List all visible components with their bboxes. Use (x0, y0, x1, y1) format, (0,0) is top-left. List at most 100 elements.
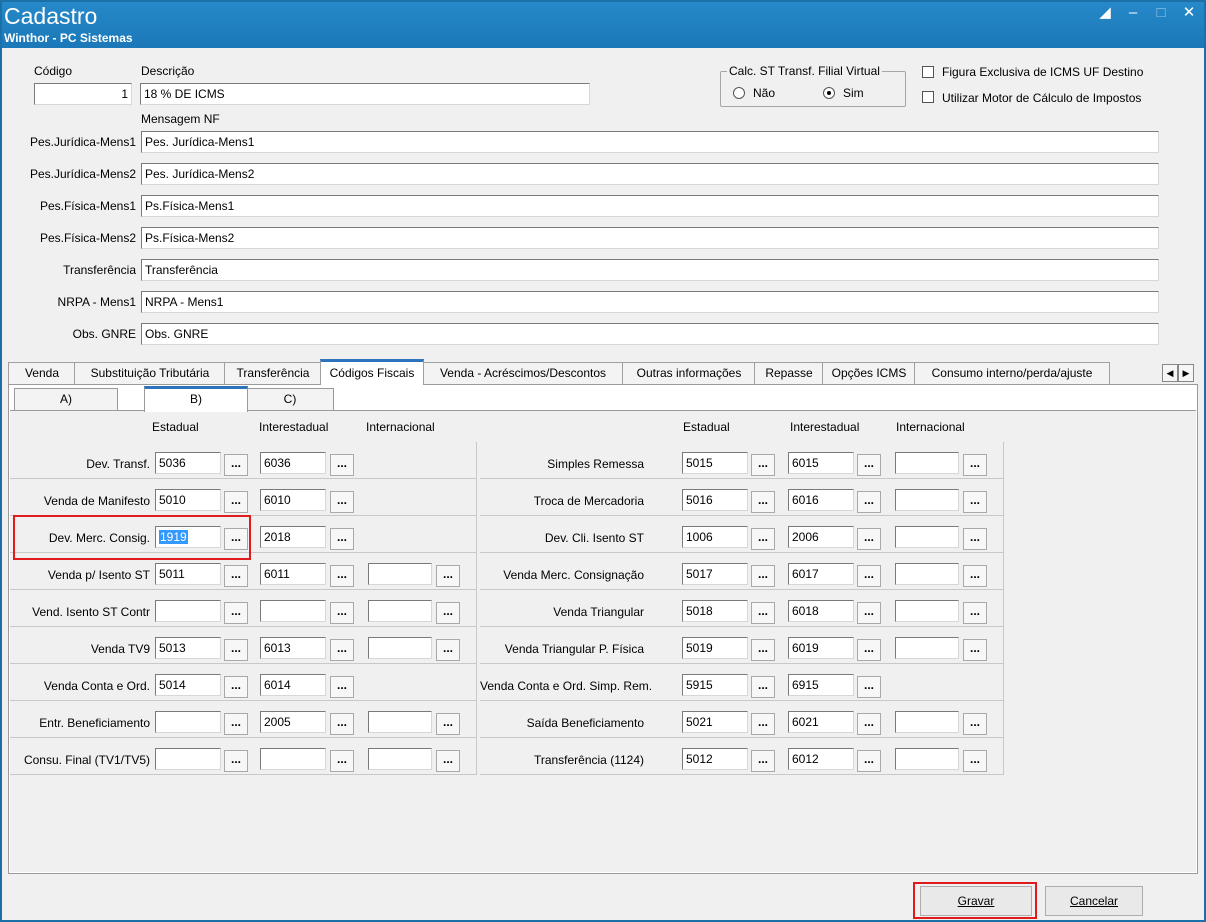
estadual-input[interactable]: 5013 (155, 637, 221, 659)
estadual-input[interactable] (155, 748, 221, 770)
interestadual-input[interactable]: 6018 (788, 600, 854, 622)
estadual-input[interactable]: 5017 (682, 563, 748, 585)
internacional-input[interactable] (368, 600, 432, 622)
tab-consumo-interno-perda-ajuste[interactable]: Consumo interno/perda/ajuste (914, 362, 1110, 384)
tab-repasse[interactable]: Repasse (754, 362, 824, 384)
lookup-button[interactable]: ... (857, 639, 881, 661)
interestadual-input[interactable]: 6016 (788, 489, 854, 511)
lookup-button[interactable]: ... (857, 750, 881, 772)
internacional-input[interactable] (368, 637, 432, 659)
subtab-c[interactable]: C) (246, 388, 334, 410)
lookup-button[interactable]: ... (963, 750, 987, 772)
interestadual-input[interactable]: 6017 (788, 563, 854, 585)
message-input[interactable]: Pes. Jurídica-Mens1 (141, 131, 1159, 153)
lookup-button[interactable]: ... (436, 750, 460, 772)
internacional-input[interactable] (895, 637, 959, 659)
estadual-input[interactable] (155, 711, 221, 733)
descricao-input[interactable]: 18 % DE ICMS (140, 83, 590, 105)
interestadual-input[interactable]: 2018 (260, 526, 326, 548)
interestadual-input[interactable]: 6015 (788, 452, 854, 474)
restore-icon[interactable]: ◢ (1096, 4, 1114, 22)
lookup-button[interactable]: ... (436, 565, 460, 587)
codigo-input[interactable]: 1 (34, 83, 132, 105)
lookup-button[interactable]: ... (857, 528, 881, 550)
lookup-button[interactable]: ... (857, 491, 881, 513)
lookup-button[interactable]: ... (224, 713, 248, 735)
lookup-button[interactable]: ... (330, 750, 354, 772)
lookup-button[interactable]: ... (857, 602, 881, 624)
lookup-button[interactable]: ... (963, 713, 987, 735)
lookup-button[interactable]: ... (857, 676, 881, 698)
close-icon[interactable]: ✕ (1180, 4, 1198, 22)
lookup-button[interactable]: ... (224, 565, 248, 587)
lookup-button[interactable]: ... (963, 602, 987, 624)
interestadual-input[interactable]: 6010 (260, 489, 326, 511)
lookup-button[interactable]: ... (857, 565, 881, 587)
lookup-button[interactable]: ... (751, 713, 775, 735)
estadual-input[interactable]: 5010 (155, 489, 221, 511)
lookup-button[interactable]: ... (224, 454, 248, 476)
lookup-button[interactable]: ... (751, 491, 775, 513)
internacional-input[interactable] (895, 711, 959, 733)
tab-scroll-left-icon[interactable]: ◀ (1162, 364, 1178, 382)
checkbox-figura-exclusiva[interactable] (922, 66, 934, 78)
interestadual-input[interactable]: 6915 (788, 674, 854, 696)
estadual-input[interactable]: 5016 (682, 489, 748, 511)
tab-outras-informacoes[interactable]: Outras informações (622, 362, 756, 384)
maximize-icon[interactable]: □ (1152, 4, 1170, 22)
internacional-input[interactable] (895, 563, 959, 585)
message-input[interactable]: Pes. Jurídica-Mens2 (141, 163, 1159, 185)
internacional-input[interactable] (895, 600, 959, 622)
lookup-button[interactable]: ... (330, 454, 354, 476)
tab-venda[interactable]: Venda (8, 362, 76, 384)
message-input[interactable]: NRPA - Mens1 (141, 291, 1159, 313)
lookup-button[interactable]: ... (751, 750, 775, 772)
lookup-button[interactable]: ... (963, 491, 987, 513)
minimize-icon[interactable]: – (1124, 4, 1142, 22)
tab-transferencia[interactable]: Transferência (224, 362, 322, 384)
interestadual-input[interactable]: 6012 (788, 748, 854, 770)
estadual-input[interactable]: 5015 (682, 452, 748, 474)
lookup-button[interactable]: ... (330, 565, 354, 587)
cancelar-button[interactable]: Cancelar (1045, 886, 1143, 916)
lookup-button[interactable]: ... (330, 676, 354, 698)
lookup-button[interactable]: ... (224, 602, 248, 624)
lookup-button[interactable]: ... (224, 639, 248, 661)
message-input[interactable]: Transferência (141, 259, 1159, 281)
lookup-button[interactable]: ... (751, 639, 775, 661)
interestadual-input[interactable]: 6014 (260, 674, 326, 696)
internacional-input[interactable] (368, 748, 432, 770)
lookup-button[interactable]: ... (963, 454, 987, 476)
lookup-button[interactable]: ... (963, 639, 987, 661)
interestadual-input[interactable]: 6013 (260, 637, 326, 659)
lookup-button[interactable]: ... (224, 491, 248, 513)
estadual-input[interactable]: 1006 (682, 526, 748, 548)
estadual-input[interactable]: 5036 (155, 452, 221, 474)
lookup-button[interactable]: ... (330, 491, 354, 513)
lookup-button[interactable]: ... (330, 528, 354, 550)
tab-venda-acrescimos-descontos[interactable]: Venda - Acréscimos/Descontos (422, 362, 624, 384)
lookup-button[interactable]: ... (330, 639, 354, 661)
internacional-input[interactable] (895, 526, 959, 548)
internacional-input[interactable] (895, 452, 959, 474)
checkbox-motor-calculo[interactable] (922, 91, 934, 103)
lookup-button[interactable]: ... (963, 528, 987, 550)
internacional-input[interactable] (895, 748, 959, 770)
lookup-button[interactable]: ... (751, 676, 775, 698)
interestadual-input[interactable]: 6011 (260, 563, 326, 585)
lookup-button[interactable]: ... (330, 713, 354, 735)
tab-opcoes-icms[interactable]: Opções ICMS (822, 362, 916, 384)
lookup-button[interactable]: ... (436, 713, 460, 735)
lookup-button[interactable]: ... (857, 713, 881, 735)
lookup-button[interactable]: ... (224, 750, 248, 772)
message-input[interactable]: Ps.Física-Mens2 (141, 227, 1159, 249)
lookup-button[interactable]: ... (751, 454, 775, 476)
subtab-a[interactable]: A) (14, 388, 118, 410)
interestadual-input[interactable]: 6019 (788, 637, 854, 659)
lookup-button[interactable]: ... (436, 639, 460, 661)
subtab-b[interactable]: B) (144, 386, 248, 412)
estadual-input[interactable]: 5021 (682, 711, 748, 733)
lookup-button[interactable]: ... (224, 676, 248, 698)
lookup-button[interactable]: ... (751, 565, 775, 587)
interestadual-input[interactable] (260, 600, 326, 622)
